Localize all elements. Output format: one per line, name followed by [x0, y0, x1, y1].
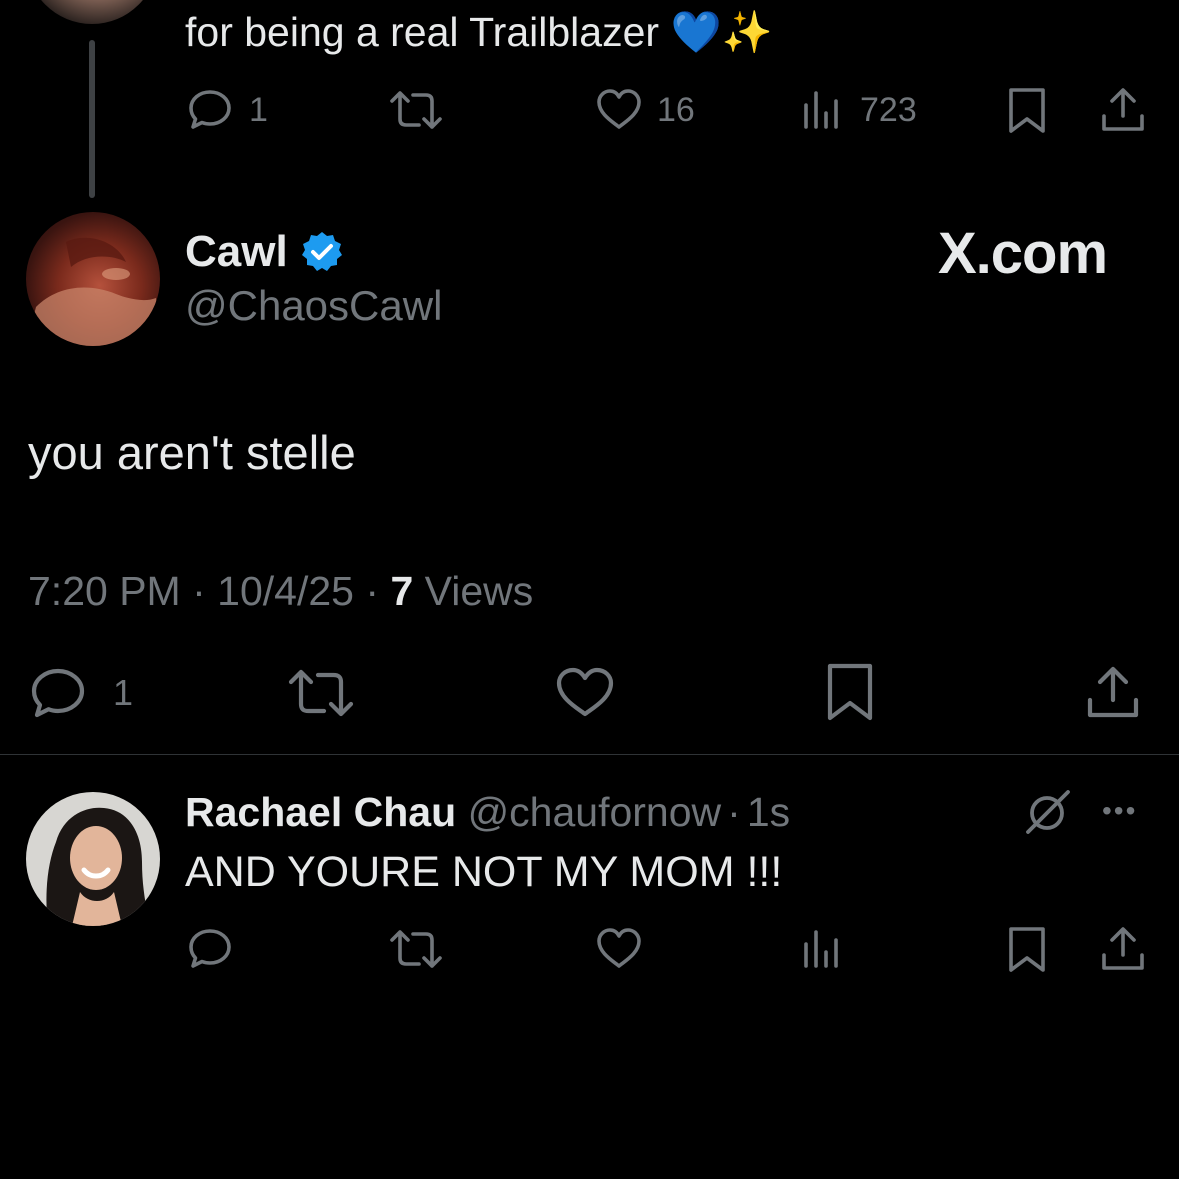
reply-author-name[interactable]: Rachael Chau	[185, 789, 456, 835]
main-author-handle[interactable]: @ChaosCawl	[185, 282, 442, 330]
more-icon[interactable]: •••	[1102, 793, 1137, 829]
bookmark-icon	[1006, 86, 1048, 136]
main-author-name: Cawl	[185, 227, 288, 276]
views-icon	[802, 87, 844, 133]
main-reply-button[interactable]: 1	[29, 666, 133, 720]
meta-separator: ·	[365, 568, 380, 614]
reply-icon	[29, 666, 87, 720]
prev-like-button[interactable]: 16	[595, 87, 695, 133]
main-tweet-meta: 7:20 PM · 10/4/25 · 7 Views	[28, 567, 533, 615]
prev-views-button[interactable]: 723	[802, 87, 917, 133]
grok-button[interactable]	[1024, 788, 1072, 836]
reply-author-handle[interactable]: @chaufornow	[468, 789, 722, 835]
reply-icon	[187, 926, 233, 972]
prev-tweet-text-body: for being a real Trailblazer	[185, 9, 660, 55]
reply-retweet-button[interactable]	[388, 926, 444, 972]
prev-tweet-avatar[interactable]	[26, 0, 158, 24]
verified-badge-icon	[300, 230, 344, 274]
share-icon	[1100, 925, 1146, 973]
divider	[0, 754, 1179, 755]
retweet-icon	[287, 666, 355, 720]
prev-reply-button[interactable]: 1	[187, 87, 268, 133]
prev-tweet-text: for being a real Trailblazer 💙✨	[185, 8, 773, 56]
main-retweet-button[interactable]	[287, 666, 355, 720]
like-icon	[595, 87, 643, 133]
main-author-name-row[interactable]: Cawl	[185, 227, 344, 277]
reply-separator: ·	[727, 789, 741, 835]
bookmark-icon	[825, 662, 875, 724]
grok-icon	[1024, 788, 1072, 836]
retweet-icon	[388, 87, 444, 133]
main-reply-count: 1	[113, 672, 134, 713]
main-tweet-text: you aren't stelle	[28, 426, 356, 479]
sparkles-emoji: ✨	[721, 9, 773, 55]
like-icon	[595, 926, 643, 972]
prev-reply-count: 1	[249, 91, 268, 129]
prev-bookmark-button[interactable]	[1006, 86, 1048, 136]
views-count: 7	[390, 568, 414, 614]
x-com-watermark: X.com	[938, 221, 1108, 286]
share-icon	[1100, 86, 1146, 134]
share-icon	[1085, 664, 1141, 720]
meta-separator: ·	[192, 568, 206, 614]
main-tweet-avatar[interactable]	[26, 212, 160, 346]
prev-view-count: 723	[860, 91, 917, 129]
reply-reply-button[interactable]	[187, 926, 233, 972]
main-like-button[interactable]	[555, 666, 615, 720]
reply-text: AND YOURE NOT MY MOM !!!	[185, 848, 783, 896]
prev-like-count: 16	[657, 91, 695, 129]
prev-share-button[interactable]	[1100, 86, 1146, 134]
main-share-button[interactable]	[1085, 664, 1141, 720]
reply-share-button[interactable]	[1100, 925, 1146, 973]
views-icon	[802, 926, 844, 972]
reply-icon	[187, 87, 233, 133]
reply-views-button[interactable]	[802, 926, 844, 972]
tweet-time[interactable]: 7:20 PM	[28, 568, 181, 614]
retweet-icon	[388, 926, 444, 972]
reply-bookmark-button[interactable]	[1006, 925, 1048, 975]
blue-heart-emoji: 💙	[670, 9, 722, 55]
reply-avatar[interactable]	[26, 792, 160, 926]
tweet-date[interactable]: 10/4/25	[217, 568, 354, 614]
reply-like-button[interactable]	[595, 926, 643, 972]
reply-header: Rachael Chau @chaufornow · 1s	[185, 788, 790, 836]
like-icon	[555, 666, 615, 720]
main-bookmark-button[interactable]	[825, 662, 875, 724]
prev-retweet-button[interactable]	[388, 87, 444, 133]
reply-time-ago[interactable]: 1s	[747, 789, 790, 835]
thread-connector-line	[89, 40, 95, 198]
views-label: Views	[424, 568, 534, 614]
bookmark-icon	[1006, 925, 1048, 975]
